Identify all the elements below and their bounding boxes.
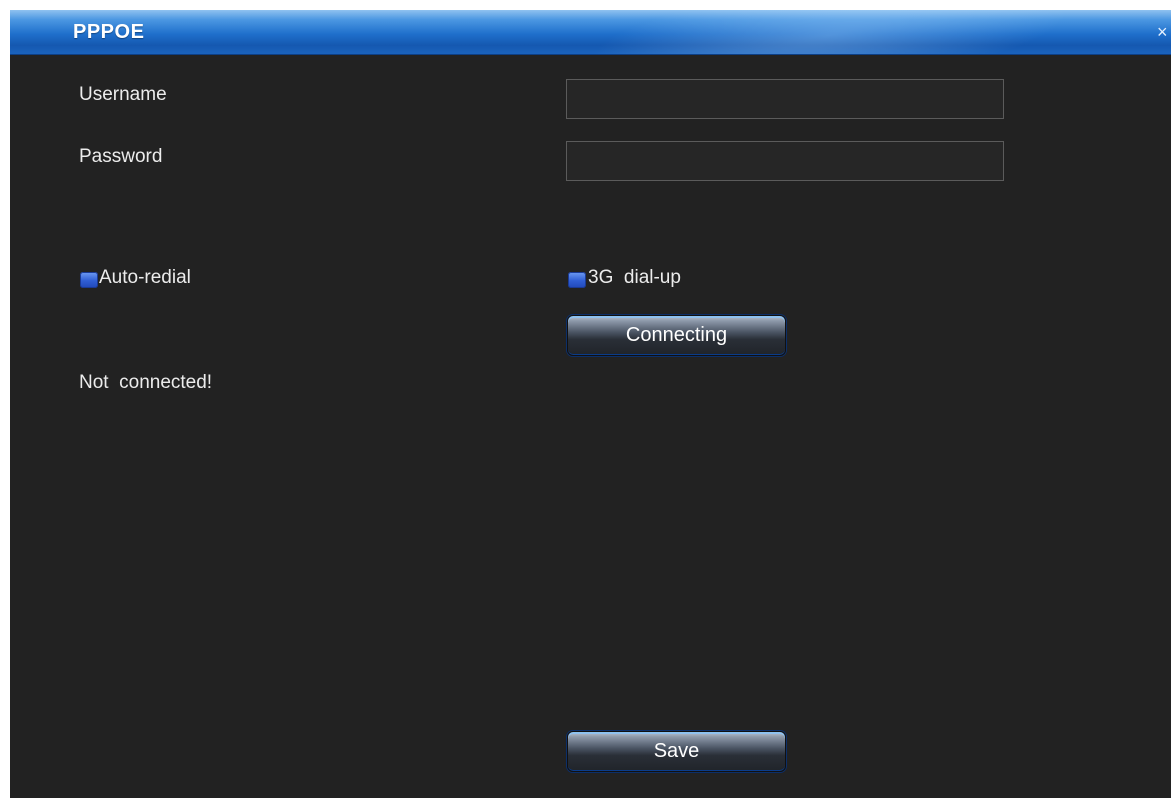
save-button[interactable]: Save bbox=[567, 731, 786, 772]
username-label: Username bbox=[79, 84, 167, 105]
username-field[interactable] bbox=[566, 79, 1004, 119]
dialup-3g-label: 3G dial-up bbox=[588, 267, 681, 288]
dialog-title: PPPOE bbox=[73, 21, 145, 43]
pppoe-dialog: PPPOE × Username Password Auto-redial 3G… bbox=[10, 10, 1171, 798]
close-icon[interactable]: × bbox=[1157, 22, 1168, 43]
connecting-button[interactable]: Connecting bbox=[567, 315, 786, 356]
auto-redial-label: Auto-redial bbox=[99, 267, 191, 288]
password-label: Password bbox=[79, 146, 163, 167]
auto-redial-checkbox[interactable] bbox=[80, 272, 98, 288]
dialup-3g-checkbox[interactable] bbox=[568, 272, 586, 288]
title-bar: PPPOE × bbox=[10, 10, 1171, 55]
connection-status: Not connected! bbox=[79, 372, 213, 393]
password-field[interactable] bbox=[566, 141, 1004, 181]
